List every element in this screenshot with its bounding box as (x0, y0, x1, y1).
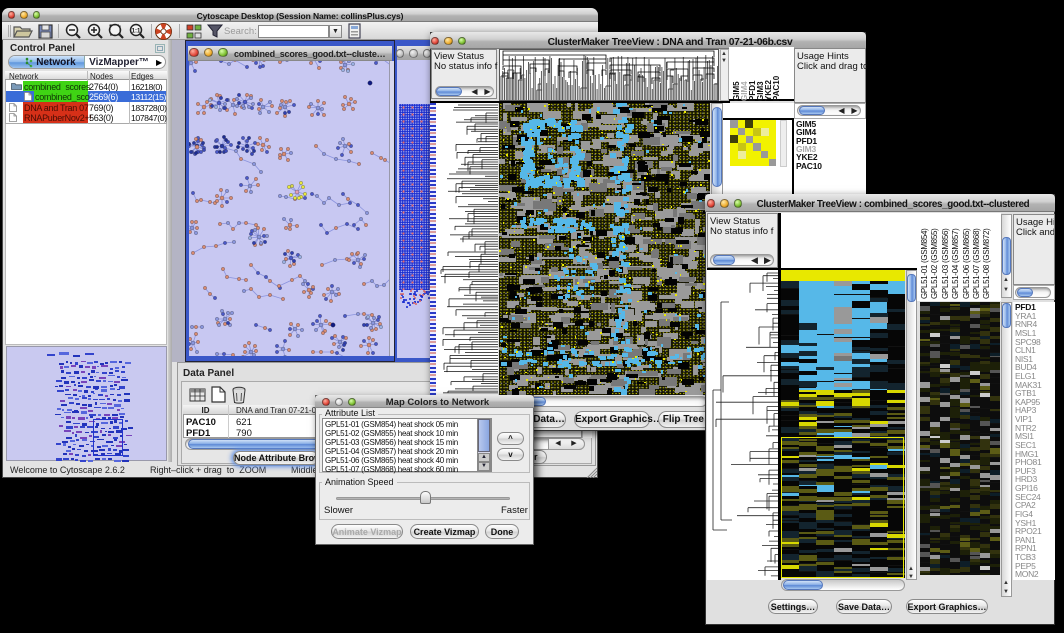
svg-text:1:1: 1:1 (132, 29, 141, 35)
